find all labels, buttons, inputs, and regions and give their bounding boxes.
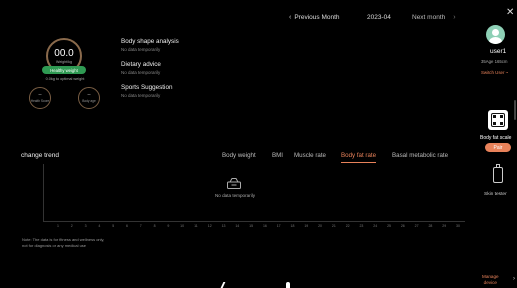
partial-glyph xyxy=(220,282,231,288)
tab-muscle-rate[interactable]: Muscle rate xyxy=(294,152,326,159)
current-month: 2023-04 xyxy=(367,13,391,21)
tab-basal-metabolic-rate[interactable]: Basal metabolic rate xyxy=(392,152,448,159)
weight-label: Weight/kg xyxy=(56,59,72,64)
status-badge: Healthy weight xyxy=(42,66,86,74)
y-axis xyxy=(43,164,44,221)
analysis-title: Sports Suggestion xyxy=(121,84,173,91)
body-age-label: Body age xyxy=(82,99,96,103)
analysis-item-sports[interactable]: Sports Suggestion No data temporarily xyxy=(121,83,179,99)
x-tick-label: 9 xyxy=(167,224,170,228)
health-score-ring: -- Health Score xyxy=(29,87,51,109)
scale-corner xyxy=(493,122,496,125)
x-tick-label: 23 xyxy=(359,224,364,228)
empty-data-icon xyxy=(227,178,241,189)
weight-value: 00.0 xyxy=(54,47,74,59)
manage-line: device xyxy=(483,280,497,285)
x-tick-label: 2 xyxy=(70,224,73,228)
x-tick-label: 16 xyxy=(262,224,267,228)
trend-title: change trend xyxy=(21,152,59,159)
x-tick-label: 24 xyxy=(373,224,378,228)
x-tick-label: 1 xyxy=(57,224,59,228)
partial-glyph xyxy=(286,282,290,288)
tab-body-weight[interactable]: Body weight xyxy=(222,152,256,159)
x-tick-label: 6 xyxy=(125,224,128,228)
analysis-title: Dietary advice xyxy=(121,61,161,68)
x-tick-label: 4 xyxy=(98,224,101,228)
scroll-indicator xyxy=(514,100,516,120)
x-tick-label: 5 xyxy=(112,224,115,228)
x-tick-label: 26 xyxy=(400,224,405,228)
skin-tester-icon[interactable] xyxy=(493,164,503,183)
disclaimer-line: not for diagnosis or any medical use xyxy=(22,243,87,248)
x-tick-label: 25 xyxy=(387,224,391,228)
month-navigator: ‹ Previous Month 2023-04 Next month › xyxy=(289,11,456,23)
body-age-value: -- xyxy=(87,92,91,98)
x-tick-label: 18 xyxy=(290,224,295,228)
chevron-right-icon: › xyxy=(453,13,456,21)
x-tick-label: 7 xyxy=(139,224,142,228)
switch-user-button[interactable]: Switch User ~ xyxy=(481,70,508,75)
previous-month-button[interactable]: ‹ Previous Month xyxy=(289,14,340,21)
chevron-left-icon: ‹ xyxy=(289,13,292,21)
x-tick-label: 21 xyxy=(331,224,336,228)
x-tick-label: 17 xyxy=(276,224,281,228)
analysis-status: No data temporarily xyxy=(121,47,161,52)
username: user1 xyxy=(490,48,507,55)
avatar-shoulders xyxy=(489,37,502,44)
x-tick-label: 12 xyxy=(207,224,212,228)
x-tick-label: 27 xyxy=(414,224,419,228)
x-tick-label: 19 xyxy=(304,224,309,228)
optimal-weight-text: 0.0kg to optimal weight xyxy=(45,77,85,81)
body-fat-scale-label: Body fat scale xyxy=(480,135,512,141)
tab-body-fat-rate[interactable]: Body fat rate xyxy=(341,152,377,163)
avatar-head xyxy=(492,29,499,36)
body-age-ring: -- Body age xyxy=(78,87,100,109)
close-icon[interactable]: ✕ xyxy=(506,8,514,18)
x-tick-label: 10 xyxy=(180,224,185,228)
x-tick-label: 11 xyxy=(194,224,198,228)
x-tick-label: 8 xyxy=(153,224,156,228)
x-tick-label: 15 xyxy=(249,224,254,228)
scale-corner xyxy=(500,115,503,118)
manage-device-button[interactable]: Manage device xyxy=(482,274,499,286)
analysis-list: Body shape analysis No data temporarily … xyxy=(121,37,179,106)
health-score-value: -- xyxy=(38,92,42,98)
x-tick-label: 30 xyxy=(456,224,460,228)
skin-tester-cap xyxy=(495,164,500,167)
analysis-status: No data temporarily xyxy=(121,93,161,98)
analysis-title: Body shape analysis xyxy=(121,38,179,45)
avatar[interactable] xyxy=(486,25,505,44)
user-meta: 35Age 165cm xyxy=(481,59,508,64)
tab-bmi[interactable]: BMI xyxy=(272,152,283,159)
analysis-item-dietary[interactable]: Dietary advice No data temporarily xyxy=(121,60,179,76)
empty-data-text: No data temporarily xyxy=(214,193,256,198)
x-tick-label: 3 xyxy=(84,224,87,228)
scale-corner xyxy=(500,122,503,125)
skin-tester-label: Skin tester xyxy=(484,192,507,197)
x-axis-ticks: 1 2 3 4 5 6 7 8 9 10 11 12 13 14 15 16 17 18 19 20 21 22 23 24 2… xyxy=(54,224,464,230)
body-fat-scale-icon[interactable] xyxy=(488,110,508,130)
x-tick-label: 29 xyxy=(442,224,447,228)
analysis-item-body-shape[interactable]: Body shape analysis No data temporarily xyxy=(121,37,179,53)
main-panel: ‹ Previous Month 2023-04 Next month › 00… xyxy=(0,0,476,288)
scale-corner xyxy=(493,115,496,118)
next-month-label: Next month xyxy=(412,13,446,21)
user-sidebar: ✕ user1 35Age 165cm Switch User ~ Body f… xyxy=(476,0,517,288)
previous-month-label: Previous Month xyxy=(294,13,340,21)
x-tick-label: 14 xyxy=(235,224,240,228)
disclaimer-note: Note: The data is for fitness and wellne… xyxy=(22,237,104,249)
health-score-label: Health Score xyxy=(30,99,50,103)
x-tick-label: 13 xyxy=(221,224,226,228)
x-axis xyxy=(43,221,465,222)
x-tick-label: 28 xyxy=(428,224,433,228)
analysis-status: No data temporarily xyxy=(121,70,161,75)
pair-button[interactable]: Pair xyxy=(485,143,511,152)
chevron-right-icon[interactable]: › xyxy=(513,276,515,282)
x-tick-label: 20 xyxy=(318,224,323,228)
x-tick-label: 22 xyxy=(345,224,350,228)
next-month-button[interactable]: Next month › xyxy=(412,14,456,21)
